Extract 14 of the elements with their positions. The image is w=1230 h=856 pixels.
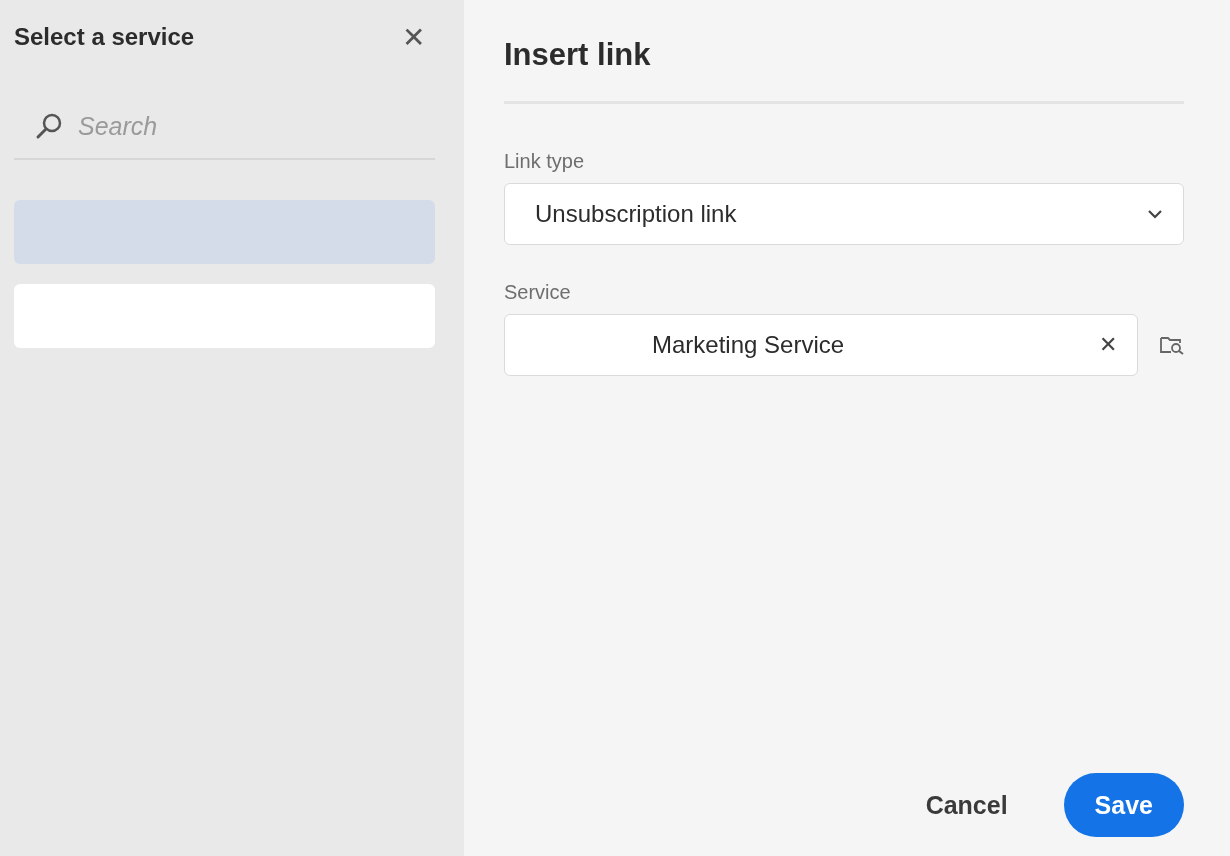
chevron-down-icon bbox=[1147, 209, 1163, 219]
field-label: Link type bbox=[504, 150, 586, 173]
cancel-button[interactable]: Cancel bbox=[925, 773, 1008, 837]
field-label: Service bbox=[504, 281, 572, 304]
input-field[interactable]: Marketing Service ✕ bbox=[504, 314, 1138, 376]
close-button[interactable]: ✕ bbox=[392, 20, 435, 54]
dropdown[interactable]: Unsubscription link bbox=[504, 183, 1184, 245]
clear-button[interactable]: ✕ bbox=[1099, 332, 1117, 358]
panel-title: Select a service bbox=[14, 23, 195, 51]
folder-search-icon[interactable] bbox=[1160, 335, 1184, 355]
save-button[interactable]: Save bbox=[1063, 773, 1184, 837]
search-icon bbox=[34, 111, 64, 141]
dialog-title: Insert link bbox=[504, 0, 1184, 104]
search-field[interactable]: Search bbox=[76, 110, 380, 142]
